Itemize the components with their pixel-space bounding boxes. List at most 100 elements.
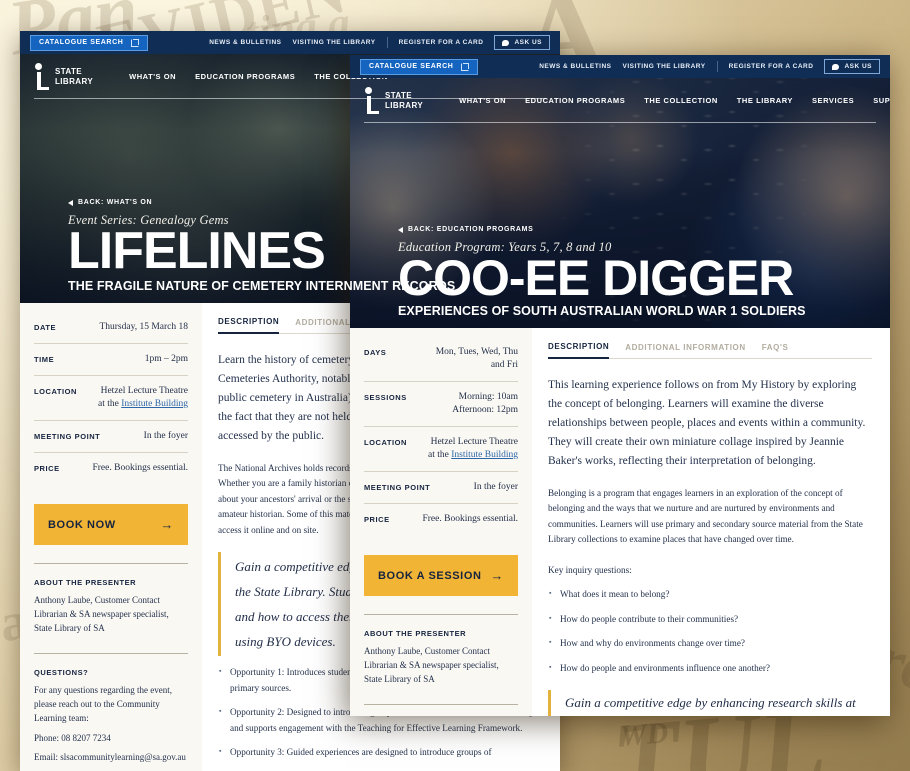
- utility-link-register[interactable]: REGISTER FOR A CARD: [399, 39, 484, 46]
- meta-value: Morning: 10am Afternoon: 12pm: [452, 391, 518, 417]
- nav-item-the-collection[interactable]: THE COLLECTION: [644, 96, 718, 105]
- nav-item-education-programs[interactable]: EDUCATION PROGRAMS: [525, 96, 625, 105]
- list-item: How and why do environments change over …: [548, 635, 872, 652]
- presenter-text: Anthony Laube, Customer Contact Libraria…: [364, 646, 499, 684]
- meta-row-location: LOCATION Hetzel Lecture Theatre at the I…: [364, 427, 518, 472]
- book-a-session-button[interactable]: BOOK A SESSION →: [364, 555, 518, 596]
- meta-key: MEETING POINT: [34, 432, 101, 441]
- days-line-2: and Fri: [490, 360, 518, 370]
- meta-key: DATE: [34, 323, 57, 332]
- institute-building-link[interactable]: Institute Building: [121, 399, 188, 409]
- questions-section: QUESTIONS? For any questions regarding t…: [364, 704, 518, 716]
- tab-description[interactable]: DESCRIPTION: [548, 342, 610, 359]
- utility-bar: CATALOGUE SEARCH NEWS & BULLETINS VISITI…: [350, 55, 890, 78]
- meta-row-sessions: SESSIONS Morning: 10am Afternoon: 12pm: [364, 382, 518, 427]
- catalogue-search-label: CATALOGUE SEARCH: [369, 63, 454, 70]
- utility-link-visiting[interactable]: VISITING THE LIBRARY: [623, 63, 706, 70]
- utility-links: NEWS & BULLETINS VISITING THE LIBRARY RE…: [209, 35, 550, 50]
- chevron-left-icon: [398, 226, 403, 233]
- hero-text: BACK: EDUCATION PROGRAMS Education Progr…: [350, 226, 890, 318]
- main-navigation: STATE LIBRARY WHAT'S ON EDUCATION PROGRA…: [350, 78, 890, 123]
- meta-row-time: TIME 1pm – 2pm: [34, 344, 188, 376]
- program-main-content: DESCRIPTION ADDITIONAL INFORMATION FAQ'S…: [532, 328, 890, 716]
- back-link-label: BACK: EDUCATION PROGRAMS: [408, 226, 534, 233]
- meta-value: Free. Bookings essential.: [422, 514, 518, 524]
- nav-item-the-library[interactable]: THE LIBRARY: [737, 96, 793, 105]
- back-link[interactable]: BACK: WHAT'S ON: [68, 199, 546, 206]
- utility-link-visiting[interactable]: VISITING THE LIBRARY: [293, 39, 376, 46]
- site-logo[interactable]: STATE LIBRARY: [364, 87, 423, 114]
- meta-key: LOCATION: [34, 387, 78, 396]
- meta-row-meeting-point: MEETING POINT In the foyer: [34, 421, 188, 453]
- ask-us-label: ASK US: [514, 39, 542, 46]
- email-link[interactable]: slsacommunitylearning@sa.gov.au: [60, 752, 186, 762]
- institute-building-link[interactable]: Institute Building: [451, 450, 518, 460]
- site-logo[interactable]: STATE LIBRARY: [34, 63, 93, 90]
- state-library-i-icon: [34, 63, 50, 90]
- back-link[interactable]: BACK: EDUCATION PROGRAMS: [398, 226, 876, 233]
- arrow-right-icon: →: [160, 517, 174, 532]
- nav-item-education-programs[interactable]: EDUCATION PROGRAMS: [195, 72, 295, 81]
- event-details-sidebar: DATE Thursday, 15 March 18 TIME 1pm – 2p…: [20, 303, 202, 771]
- meta-key: PRICE: [34, 464, 60, 473]
- nav-item-services[interactable]: SERVICES: [812, 96, 854, 105]
- nav-item-support-us[interactable]: SUPPORT US: [873, 96, 890, 105]
- meta-value: Hetzel Lecture Theatre at the Institute …: [428, 436, 518, 462]
- ask-us-label: ASK US: [844, 63, 872, 70]
- questions-text: For any questions regarding the event, p…: [34, 685, 172, 723]
- logo-line-1: STATE: [55, 67, 83, 76]
- nav-divider: [364, 122, 876, 123]
- ask-us-button[interactable]: ASK US: [494, 35, 550, 50]
- nav-links: WHAT'S ON EDUCATION PROGRAMS THE COLLECT…: [129, 72, 388, 81]
- page-subtitle: EXPERIENCES OF SOUTH AUSTRALIAN WORLD WA…: [398, 304, 806, 318]
- meta-value: Mon, Tues, Wed, Thu and Fri: [436, 346, 518, 372]
- tab-faqs[interactable]: FAQ'S: [762, 343, 789, 358]
- about-presenter-section: ABOUT THE PRESENTER Anthony Laube, Custo…: [34, 563, 188, 635]
- tab-description[interactable]: DESCRIPTION: [218, 317, 280, 334]
- chat-bubble-icon: [832, 63, 840, 70]
- days-line-1: Mon, Tues, Wed, Thu: [435, 347, 518, 357]
- meta-key: PRICE: [364, 515, 390, 524]
- arrow-right-icon: →: [490, 568, 504, 583]
- book-session-label: BOOK A SESSION: [378, 569, 482, 582]
- chevron-left-icon: [68, 199, 73, 206]
- nav-item-whats-on[interactable]: WHAT'S ON: [459, 96, 506, 105]
- divider: [386, 37, 388, 48]
- chat-bubble-icon: [502, 39, 510, 46]
- meta-row-price: PRICE Free. Bookings essential.: [364, 504, 518, 535]
- key-inquiry-list: What does it mean to belong? How do peop…: [548, 586, 872, 676]
- list-item: What does it mean to belong?: [548, 586, 872, 603]
- ask-us-button[interactable]: ASK US: [824, 59, 880, 74]
- description-lede: This learning experience follows on from…: [548, 378, 866, 467]
- state-library-i-icon: [364, 87, 380, 114]
- nav-item-whats-on[interactable]: WHAT'S ON: [129, 72, 176, 81]
- browser-window-coo-ee-digger[interactable]: CATALOGUE SEARCH NEWS & BULLETINS VISITI…: [350, 55, 890, 716]
- background-word: WD: [618, 716, 670, 753]
- phone-link[interactable]: 08 8207 7234: [61, 733, 111, 743]
- meta-key: LOCATION: [364, 438, 408, 447]
- page-body: DAYS Mon, Tues, Wed, Thu and Fri SESSION…: [350, 328, 890, 716]
- book-now-button[interactable]: BOOK NOW →: [34, 504, 188, 545]
- phone-label: Phone:: [34, 733, 60, 743]
- meta-value: Thursday, 15 March 18: [99, 322, 188, 332]
- catalogue-search-button[interactable]: CATALOGUE SEARCH: [30, 34, 149, 51]
- tab-additional-information[interactable]: ADDITIONAL INFORMATION: [625, 343, 745, 358]
- meta-value: Free. Bookings essential.: [92, 463, 188, 473]
- phone-row: Phone: 08 8207 7234: [34, 731, 188, 746]
- email-label: Email:: [34, 752, 58, 762]
- section-heading: ABOUT THE PRESENTER: [364, 629, 467, 638]
- logo-line-2: LIBRARY: [55, 76, 94, 86]
- presenter-text: Anthony Laube, Customer Contact Libraria…: [34, 595, 169, 633]
- catalogue-search-button[interactable]: CATALOGUE SEARCH: [360, 58, 479, 75]
- divider: [716, 61, 718, 72]
- meta-key: DAYS: [364, 348, 387, 357]
- meta-row-location: LOCATION Hetzel Lecture Theatre at the I…: [34, 376, 188, 421]
- meta-key: SESSIONS: [364, 393, 407, 402]
- catalogue-search-label: CATALOGUE SEARCH: [39, 39, 124, 46]
- utility-link-news[interactable]: NEWS & BULLETINS: [209, 39, 281, 46]
- utility-link-news[interactable]: NEWS & BULLETINS: [539, 63, 611, 70]
- utility-links: NEWS & BULLETINS VISITING THE LIBRARY RE…: [539, 59, 880, 74]
- utility-link-register[interactable]: REGISTER FOR A CARD: [729, 63, 814, 70]
- email-row: Email: slsacommunitylearning@sa.gov.au: [34, 750, 188, 765]
- section-heading: QUESTIONS?: [34, 668, 89, 677]
